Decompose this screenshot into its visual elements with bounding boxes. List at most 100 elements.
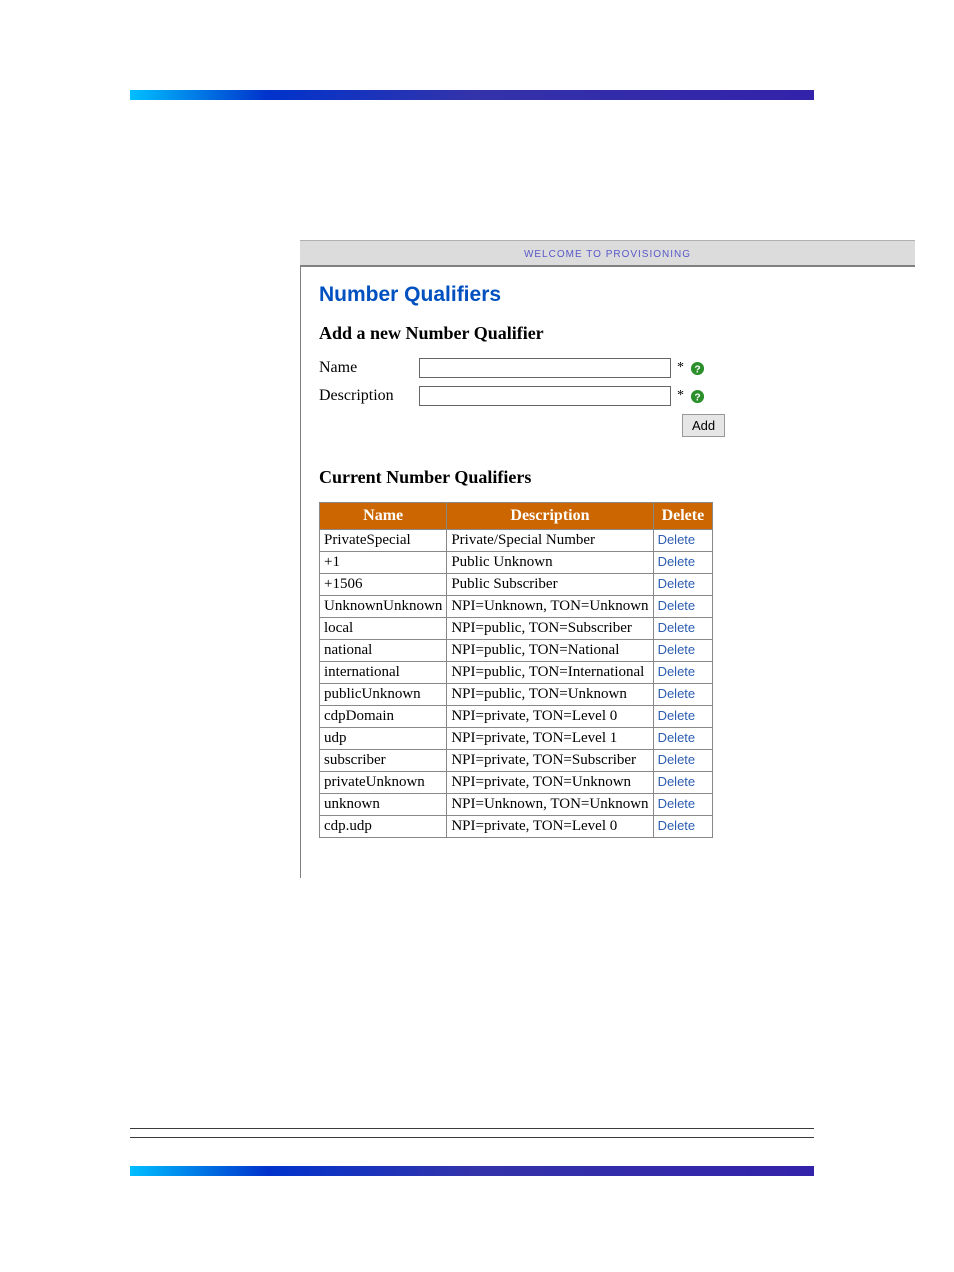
add-section-title: Add a new Number Qualifier [319,323,897,344]
content-area: WELCOME TO PROVISIONING Number Qualifier… [300,240,915,878]
cell-description: NPI=private, TON=Unknown [447,772,653,794]
cell-description: NPI=private, TON=Subscriber [447,750,653,772]
cell-description: Public Unknown [447,552,653,574]
description-required-star: * [677,389,684,403]
table-row: nationalNPI=public, TON=National Delete [320,640,713,662]
cell-name: cdp.udp [320,816,447,838]
name-input[interactable] [419,358,671,378]
description-label: Description [319,387,419,405]
cell-description: NPI=private, TON=Level 1 [447,728,653,750]
delete-link[interactable]: Delete [658,620,696,635]
cell-name: PrivateSpecial [320,530,447,552]
delete-link[interactable]: Delete [658,708,696,723]
cell-delete: Delete [653,552,713,574]
banner: WELCOME TO PROVISIONING [300,240,915,267]
cell-name: subscriber [320,750,447,772]
table-row: unknownNPI=Unknown, TON=Unknown Delete [320,794,713,816]
footer-lines [130,1128,814,1138]
cell-delete: Delete [653,662,713,684]
table-header-row: Name Description Delete [320,503,713,530]
page-title: Number Qualifiers [319,283,897,307]
name-row: Name * ? [319,358,897,378]
footer-divider [130,1137,814,1138]
cell-description: Private/Special Number [447,530,653,552]
panel: Number Qualifiers Add a new Number Quali… [300,267,915,878]
delete-link[interactable]: Delete [658,686,696,701]
table-row: publicUnknownNPI=public, TON=UnknownDele… [320,684,713,706]
add-button[interactable]: Add [682,414,725,437]
table-row: udpNPI=private, TON=Level 1 Delete [320,728,713,750]
table-row: cdpDomainNPI=private, TON=Level 0 Delete [320,706,713,728]
cell-name: international [320,662,447,684]
cell-description: Public Subscriber [447,574,653,596]
cell-description: NPI=Unknown, TON=Unknown [447,596,653,618]
cell-name: udp [320,728,447,750]
cell-delete: Delete [653,640,713,662]
cell-delete: Delete [653,706,713,728]
delete-link[interactable]: Delete [658,664,696,679]
cell-delete: Delete [653,794,713,816]
table-row: internationalNPI=public, TON=Internation… [320,662,713,684]
cell-name: national [320,640,447,662]
cell-delete: Delete [653,816,713,838]
cell-delete: Delete [653,750,713,772]
cell-name: local [320,618,447,640]
cell-name: privateUnknown [320,772,447,794]
cell-description: NPI=Unknown, TON=Unknown [447,794,653,816]
cell-delete: Delete [653,596,713,618]
banner-text: WELCOME TO PROVISIONING [524,249,691,260]
help-circle-icon[interactable]: ? [690,389,705,404]
description-row: Description * ? [319,386,897,406]
name-required-star: * [677,361,684,375]
table-row: UnknownUnknownNPI=Unknown, TON=Unknown De… [320,596,713,618]
table-row: PrivateSpecialPrivate/Special Number Dele… [320,530,713,552]
cell-delete: Delete [653,728,713,750]
name-label: Name [319,359,419,377]
cell-name: +1506 [320,574,447,596]
cell-name: cdpDomain [320,706,447,728]
svg-text:?: ? [694,392,700,403]
current-section-title: Current Number Qualifiers [319,467,897,488]
cell-description: NPI=private, TON=Level 0 [447,816,653,838]
bottom-gradient-bar [130,1166,814,1176]
header-description: Description [447,503,653,530]
cell-name: UnknownUnknown [320,596,447,618]
svg-text:?: ? [694,364,700,375]
cell-delete: Delete [653,530,713,552]
table-row: cdp.udpNPI=private, TON=Level 0 Delete [320,816,713,838]
header-delete: Delete [653,503,713,530]
table-row: subscriberNPI=private, TON=Subscriber Del… [320,750,713,772]
header-name: Name [320,503,447,530]
cell-description: NPI=private, TON=Level 0 [447,706,653,728]
cell-delete: Delete [653,684,713,706]
delete-link[interactable]: Delete [658,532,696,547]
table-row: privateUnknownNPI=private, TON=Unknown De… [320,772,713,794]
cell-delete: Delete [653,772,713,794]
footer-divider [130,1128,814,1129]
delete-link[interactable]: Delete [658,598,696,613]
table-row: localNPI=public, TON=Subscriber Delete [320,618,713,640]
delete-link[interactable]: Delete [658,554,696,569]
cell-name: +1 [320,552,447,574]
delete-link[interactable]: Delete [658,818,696,833]
cell-delete: Delete [653,574,713,596]
button-row: Add [682,414,897,437]
cell-description: NPI=public, TON=National [447,640,653,662]
table-row: +1Public Unknown Delete [320,552,713,574]
delete-link[interactable]: Delete [658,576,696,591]
description-input[interactable] [419,386,671,406]
cell-name: unknown [320,794,447,816]
delete-link[interactable]: Delete [658,796,696,811]
cell-name: publicUnknown [320,684,447,706]
qualifiers-table: Name Description Delete PrivateSpecialPr… [319,502,713,838]
top-gradient-bar [130,90,814,100]
table-row: +1506Public Subscriber Delete [320,574,713,596]
delete-link[interactable]: Delete [658,774,696,789]
cell-description: NPI=public, TON=International [447,662,653,684]
delete-link[interactable]: Delete [658,642,696,657]
help-circle-icon[interactable]: ? [690,361,705,376]
delete-link[interactable]: Delete [658,730,696,745]
delete-link[interactable]: Delete [658,752,696,767]
add-qualifier-section: Add a new Number Qualifier Name * ? Desc… [319,323,897,437]
cell-description: NPI=public, TON=Subscriber [447,618,653,640]
